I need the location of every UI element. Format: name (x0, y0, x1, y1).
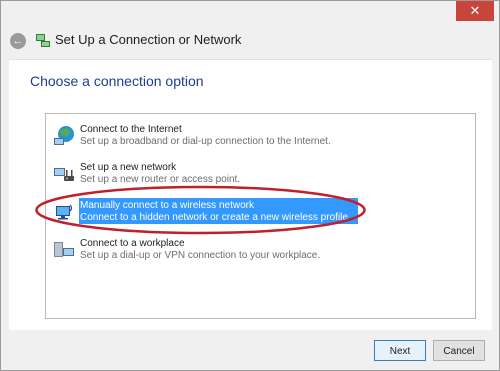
option-description: Set up a new router or access point. (80, 174, 241, 185)
setup-connection-window: ✕ ← Set Up a Connection or Network Choos… (0, 0, 500, 371)
option-manual-wireless[interactable]: Manually connect to a wireless network C… (48, 194, 468, 226)
title-bar: ✕ (1, 1, 499, 31)
option-description: Connect to a hidden network or create a … (80, 212, 351, 223)
option-title: Set up a new network (80, 162, 177, 173)
workplace-network-icon (54, 242, 74, 257)
page-heading: Choose a connection option (30, 73, 204, 89)
network-setup-icon (36, 34, 50, 47)
cancel-button[interactable]: Cancel (433, 340, 485, 361)
wireless-computer-icon (56, 204, 73, 220)
back-button[interactable]: ← (10, 33, 26, 49)
option-workplace[interactable]: Connect to a workplace Set up a dial-up … (48, 232, 468, 264)
window-title: Set Up a Connection or Network (55, 32, 242, 47)
router-network-icon (54, 168, 74, 181)
option-description: Set up a broadband or dial-up connection… (80, 136, 331, 147)
option-connect-internet[interactable]: Connect to the Internet Set up a broadba… (48, 118, 468, 150)
option-title: Connect to the Internet (80, 124, 182, 135)
close-button[interactable]: ✕ (456, 1, 494, 21)
option-title: Connect to a workplace (80, 238, 185, 249)
option-new-network[interactable]: Set up a new network Set up a new router… (48, 156, 468, 188)
option-description: Set up a dial-up or VPN connection to yo… (80, 250, 321, 261)
option-title: Manually connect to a wireless network (80, 200, 254, 211)
next-button[interactable]: Next (374, 340, 426, 361)
connection-options-list: Connect to the Internet Set up a broadba… (45, 113, 476, 319)
globe-network-icon (54, 126, 74, 145)
